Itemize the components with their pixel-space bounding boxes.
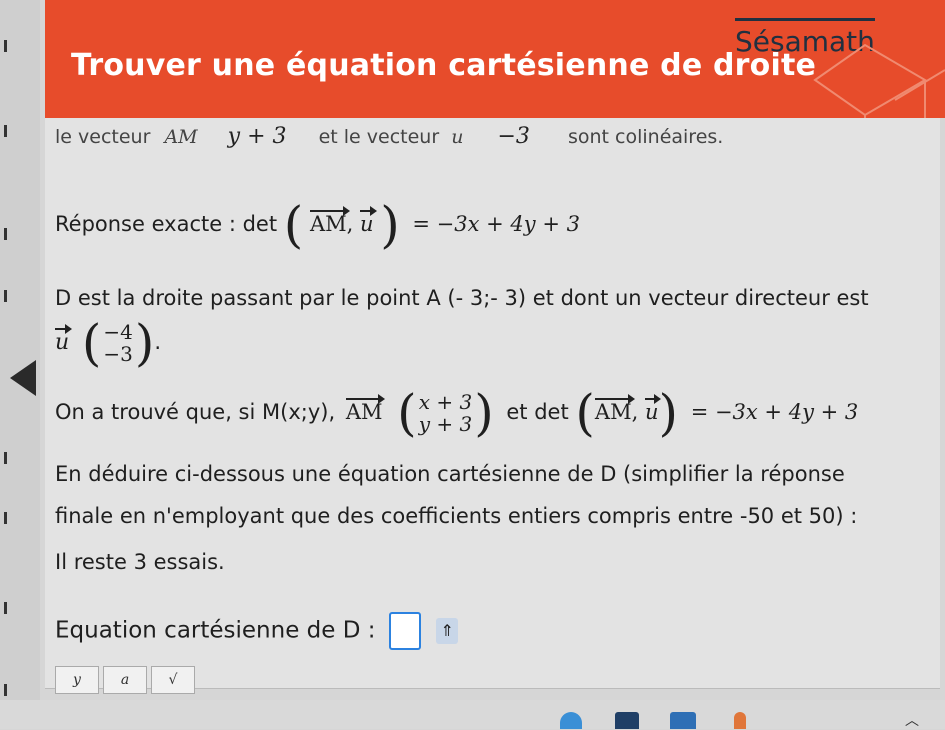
u-top: −4 [103, 320, 133, 344]
page-title: Trouver une équation cartésienne de droi… [71, 48, 817, 83]
exact-answer-line: Réponse exacte : det ( AM, u ) = −3x + 4… [55, 196, 580, 254]
app-icon[interactable] [615, 712, 639, 729]
partial-line: le vecteur AM y + 3 et le vecteur u −3 s… [55, 124, 723, 149]
statement-line: D est la droite passant par le point A (… [55, 286, 869, 310]
tries-remaining: Il reste 3 essais. [55, 550, 225, 574]
rail-tick [4, 228, 7, 240]
app-icon[interactable] [670, 712, 696, 729]
u-bottom: −3 [103, 342, 133, 366]
rail-tick [4, 602, 7, 614]
found-prefix: On a trouvé que, si M(x;y), [55, 400, 336, 424]
u-label: u [451, 126, 464, 148]
virtual-keyboard-icon[interactable]: ⇑ [436, 618, 459, 644]
vector-u: u [359, 206, 376, 236]
rail-tick [4, 684, 7, 696]
vector-am: AM [309, 206, 350, 236]
u-entry: −3 [497, 124, 530, 149]
taskbar [0, 700, 945, 729]
rail-tick [4, 290, 7, 302]
middle-text: et le vecteur [318, 126, 440, 148]
math-toolbar: y a √ [55, 666, 195, 694]
direction-vector-u: u [55, 324, 73, 355]
found-middle: et det [506, 400, 569, 424]
found-line: On a trouvé que, si M(x;y), AM (x + 3y +… [55, 384, 859, 442]
vector-u: u [644, 394, 661, 424]
found-result: = −3x + 4y + 3 [690, 400, 859, 424]
left-rail [0, 0, 40, 729]
previous-arrow-icon[interactable] [10, 360, 36, 396]
am-y-entry: y + 3 [227, 124, 287, 149]
am-top: x + 3 [418, 390, 473, 414]
rail-tick [4, 452, 7, 464]
am-bottom: y + 3 [418, 412, 473, 436]
answer-label: Equation cartésienne de D : [55, 617, 376, 644]
browser-icon[interactable] [560, 712, 582, 729]
answer-input[interactable] [388, 612, 421, 650]
variable-button[interactable]: y [55, 666, 99, 694]
instruction-line-2: finale en n'employant que des coefficien… [55, 504, 858, 528]
exercise-header: Sésamath Trouver une équation cartésienn… [45, 0, 945, 146]
rail-tick [4, 512, 7, 524]
sqrt-button[interactable]: √ [151, 666, 195, 694]
rail-tick [4, 40, 7, 52]
am-label: AM [164, 126, 198, 148]
vector-am: AM [594, 394, 635, 424]
exact-answer-result: = −3x + 4y + 3 [412, 212, 580, 236]
app-icon[interactable] [734, 712, 746, 729]
fraction-button[interactable]: a [103, 666, 147, 694]
partial-text: le vecteur [55, 126, 151, 148]
colinear-text: sont colinéaires. [567, 126, 724, 148]
instruction-line-1: En déduire ci-dessous une équation carté… [55, 462, 845, 486]
statement-vector-line: u (−4 −3). [55, 314, 162, 372]
vector-am: AM [345, 394, 386, 424]
chevron-up-icon[interactable]: ︿ [905, 710, 919, 730]
exact-answer-label: Réponse exacte : det [55, 212, 278, 236]
rail-tick [4, 125, 7, 137]
answer-row: Equation cartésienne de D : ⇑ [55, 612, 459, 650]
